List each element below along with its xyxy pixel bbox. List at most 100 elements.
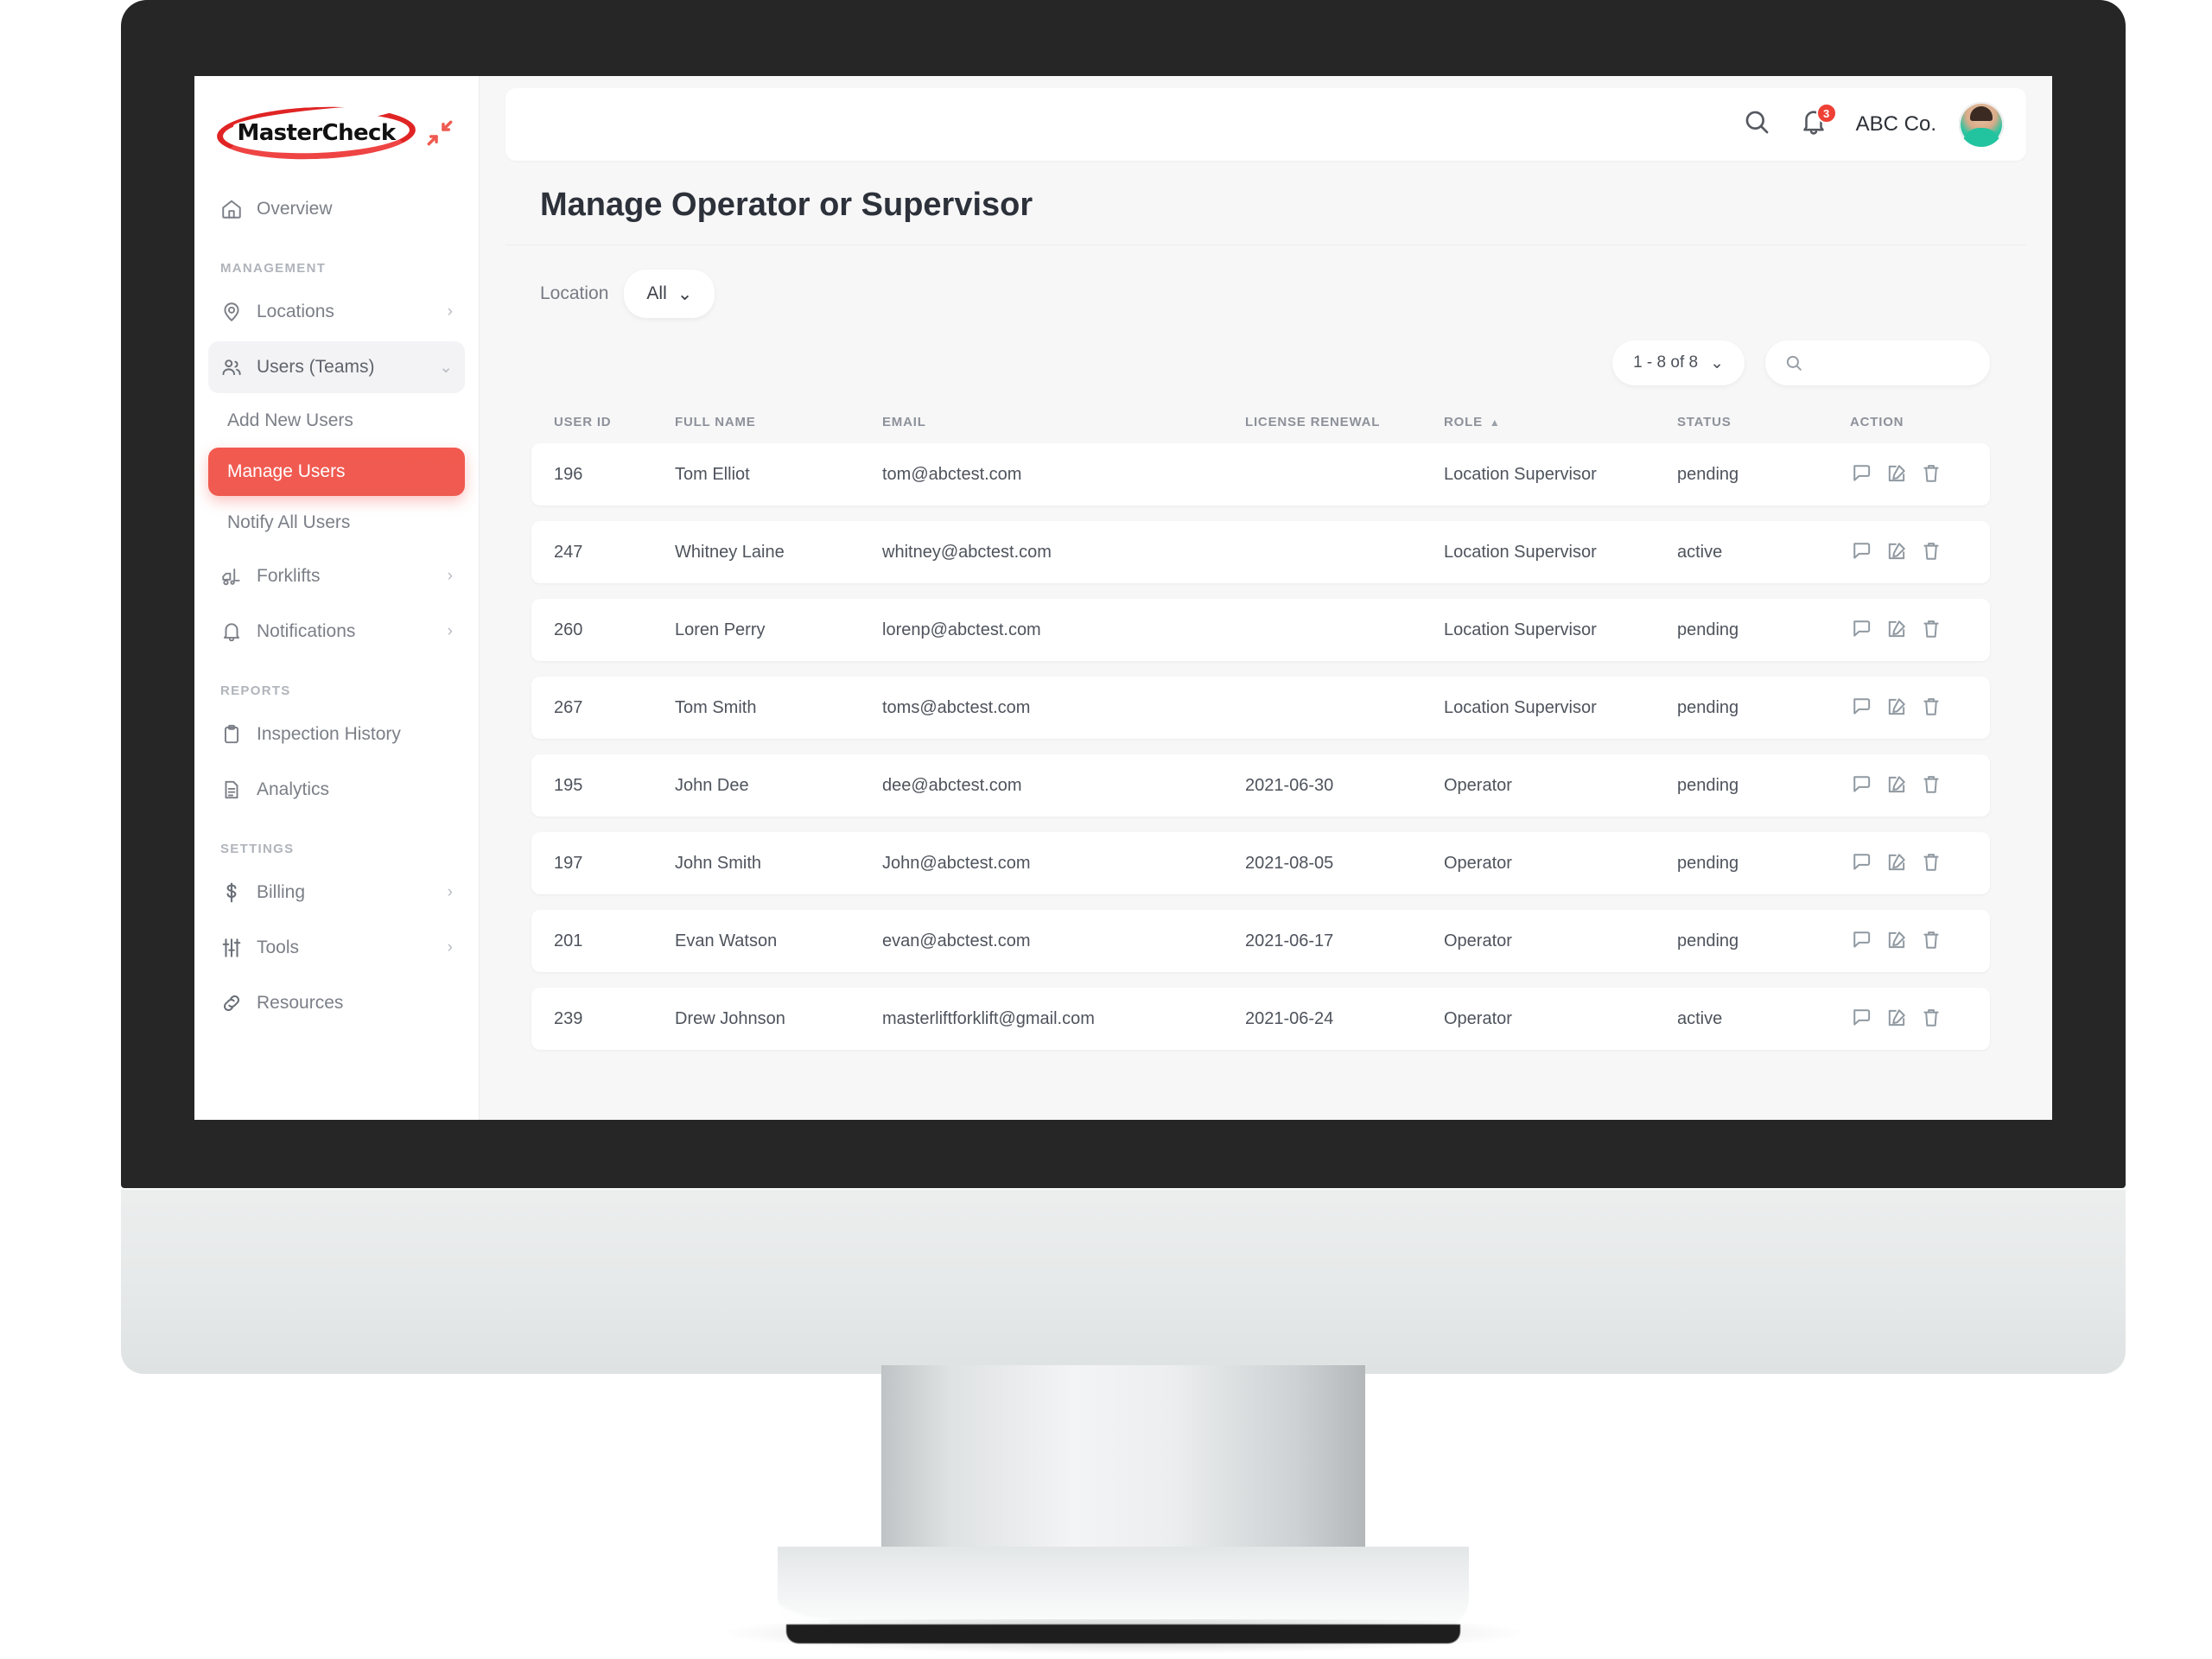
edit-icon[interactable]	[1885, 617, 1910, 643]
table-row[interactable]: 267 Tom Smith toms@abctest.com Location …	[531, 677, 1990, 739]
delete-icon[interactable]	[1919, 1006, 1945, 1032]
column-header-role[interactable]: ROLE ▲	[1444, 415, 1677, 429]
table-row[interactable]: 247 Whitney Laine whitney@abctest.com Lo…	[531, 521, 1990, 583]
comment-icon[interactable]	[1850, 539, 1876, 565]
pagination-select[interactable]: 1 - 8 of 8 ⌄	[1612, 340, 1745, 385]
column-header-full-name[interactable]: FULL NAME	[675, 415, 882, 429]
sidebar-item-label: Users (Teams)	[257, 357, 375, 377]
delete-icon[interactable]	[1919, 928, 1945, 954]
edit-icon[interactable]	[1885, 928, 1910, 954]
cell-status: pending	[1677, 620, 1739, 639]
table-row[interactable]: 260 Loren Perry lorenp@abctest.com Locat…	[531, 599, 1990, 661]
table-search-input[interactable]	[1814, 353, 1971, 372]
chevron-down-icon: ⌄	[439, 358, 453, 377]
sidebar-item-analytics[interactable]: Analytics	[208, 764, 465, 816]
sidebar-item-inspection-history[interactable]: Inspection History	[208, 709, 465, 760]
cell-role: Location Supervisor	[1444, 464, 1597, 484]
user-avatar[interactable]	[1959, 102, 2004, 147]
sidebar-subitem-add-new-users[interactable]: Add New Users	[208, 397, 465, 445]
cell-license-renewal: 2021-06-30	[1245, 775, 1334, 795]
delete-icon[interactable]	[1919, 695, 1945, 721]
column-header-license-renewal[interactable]: LICENSE RENEWAL	[1245, 415, 1444, 429]
table-row[interactable]: 201 Evan Watson evan@abctest.com 2021-06…	[531, 910, 1990, 972]
table-row[interactable]: 197 John Smith John@abctest.com 2021-08-…	[531, 832, 1990, 894]
cell-actions	[1850, 772, 1980, 798]
sidebar-subitem-notify-all-users[interactable]: Notify All Users	[208, 499, 465, 547]
cell-status: pending	[1677, 697, 1739, 717]
edit-icon[interactable]	[1885, 695, 1910, 721]
comment-icon[interactable]	[1850, 772, 1876, 798]
location-filter-select[interactable]: All ⌄	[624, 270, 715, 318]
cell-full-name: John Dee	[675, 775, 749, 795]
search-icon[interactable]	[1742, 107, 1777, 142]
cell-actions	[1850, 695, 1980, 721]
cell-full-name: Drew Johnson	[675, 1008, 785, 1028]
sidebar-item-label: Overview	[257, 199, 333, 219]
sidebar-item-overview[interactable]: Overview	[208, 183, 465, 235]
comment-icon[interactable]	[1850, 850, 1876, 876]
link-icon	[220, 992, 243, 1014]
sidebar-item-billing[interactable]: Billing ›	[208, 867, 465, 918]
sidebar-subitem-label: Add New Users	[227, 410, 353, 430]
column-header-status[interactable]: STATUS	[1677, 415, 1850, 429]
comment-icon[interactable]	[1850, 928, 1876, 954]
sidebar-item-notifications[interactable]: Notifications ›	[208, 606, 465, 658]
cell-user-id: 197	[554, 853, 583, 873]
column-header-user-id[interactable]: USER ID	[554, 415, 675, 429]
sidebar-item-tools[interactable]: Tools ›	[208, 922, 465, 974]
sidebar-subitem-manage-users[interactable]: Manage Users	[208, 448, 465, 496]
comment-icon[interactable]	[1850, 695, 1876, 721]
home-icon	[220, 198, 243, 220]
edit-icon[interactable]	[1885, 1006, 1910, 1032]
comment-icon[interactable]	[1850, 461, 1876, 487]
main-content: 3 ABC Co. Manage Operator or Supervisor …	[480, 76, 2052, 1120]
brand-logo[interactable]: MasterCheck	[216, 102, 416, 164]
sidebar-section-settings: SETTINGS	[220, 842, 295, 856]
notification-bell-icon[interactable]: 3	[1799, 103, 1837, 142]
clipboard-icon	[220, 723, 243, 746]
delete-icon[interactable]	[1919, 461, 1945, 487]
sidebar-item-label: Billing	[257, 882, 306, 902]
document-icon	[220, 779, 243, 801]
chevron-right-icon: ›	[447, 883, 453, 901]
cell-actions	[1850, 539, 1980, 565]
table-row[interactable]: 239 Drew Johnson masterliftforklift@gmai…	[531, 988, 1990, 1050]
cell-email: John@abctest.com	[882, 853, 1031, 873]
edit-icon[interactable]	[1885, 461, 1910, 487]
cell-full-name: Whitney Laine	[675, 542, 785, 562]
edit-icon[interactable]	[1885, 772, 1910, 798]
cell-email: lorenp@abctest.com	[882, 620, 1041, 639]
cell-email: dee@abctest.com	[882, 775, 1022, 795]
edit-icon[interactable]	[1885, 850, 1910, 876]
cell-status: pending	[1677, 853, 1739, 873]
topbar: 3 ABC Co.	[505, 88, 2026, 161]
cell-role: Location Supervisor	[1444, 542, 1597, 562]
edit-icon[interactable]	[1885, 539, 1910, 565]
collapse-arrows-icon[interactable]	[423, 117, 456, 149]
delete-icon[interactable]	[1919, 539, 1945, 565]
sidebar-section-reports: REPORTS	[220, 683, 291, 698]
table-search-box[interactable]	[1765, 340, 1990, 385]
table-row[interactable]: 195 John Dee dee@abctest.com 2021-06-30 …	[531, 754, 1990, 817]
comment-icon[interactable]	[1850, 1006, 1876, 1032]
delete-icon[interactable]	[1919, 850, 1945, 876]
sidebar-item-users-teams[interactable]: Users (Teams) ⌄	[208, 341, 465, 393]
cell-license-renewal: 2021-06-24	[1245, 1008, 1334, 1028]
delete-icon[interactable]	[1919, 617, 1945, 643]
column-header-email[interactable]: EMAIL	[882, 415, 1245, 429]
location-filter-value: All	[646, 283, 667, 303]
sidebar-item-resources[interactable]: Resources	[208, 977, 465, 1029]
comment-icon[interactable]	[1850, 617, 1876, 643]
notification-badge: 3	[1815, 103, 1837, 124]
sidebar-item-label: Analytics	[257, 779, 330, 799]
delete-icon[interactable]	[1919, 772, 1945, 798]
table-row[interactable]: 196 Tom Elliot tom@abctest.com Location …	[531, 443, 1990, 505]
sidebar-item-forklifts[interactable]: Forklifts ›	[208, 550, 465, 602]
sort-ascending-icon: ▲	[1489, 416, 1501, 429]
cell-full-name: Tom Elliot	[675, 464, 750, 484]
cell-status: pending	[1677, 775, 1739, 795]
sidebar-item-locations[interactable]: Locations ›	[208, 286, 465, 338]
avatar-hair	[1970, 106, 1993, 121]
topbar-wrapper: 3 ABC Co.	[480, 76, 2052, 161]
chevron-right-icon: ›	[447, 622, 453, 640]
